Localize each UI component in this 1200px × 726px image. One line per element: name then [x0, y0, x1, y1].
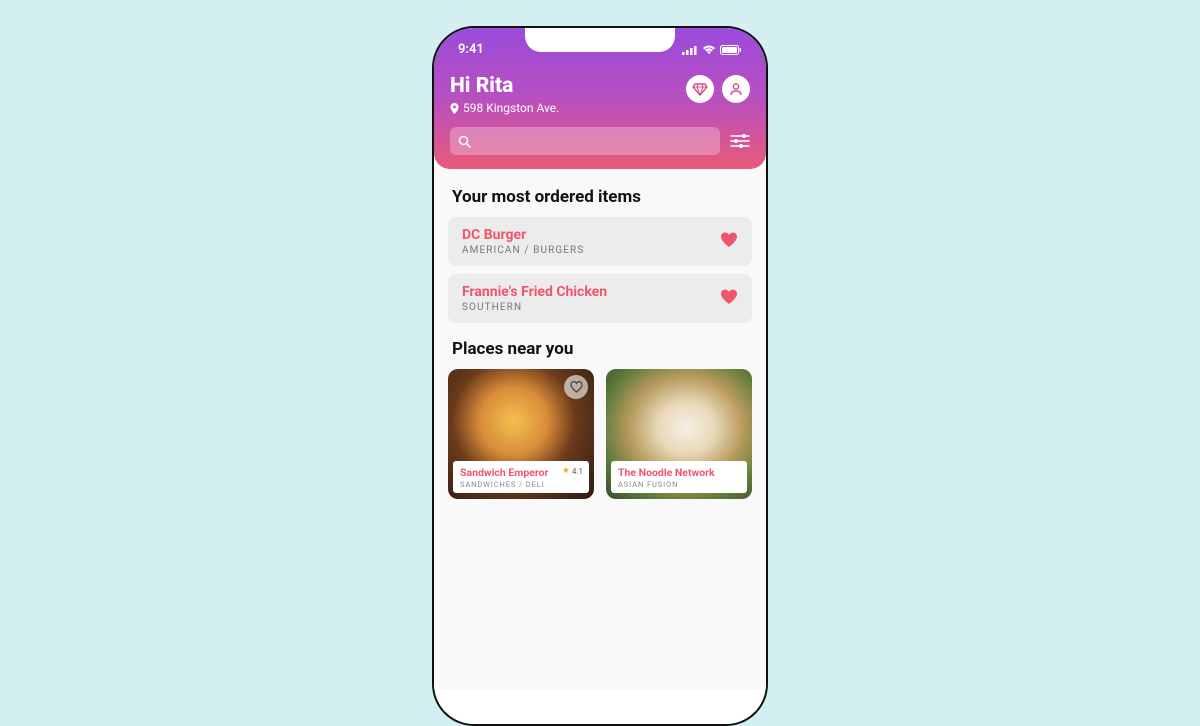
item-category: AMERICAN / BURGERS [462, 245, 584, 256]
item-category: SOUTHERN [462, 302, 607, 313]
heart-icon [720, 289, 738, 305]
location-pin-icon [450, 103, 459, 114]
diamond-icon [692, 81, 708, 97]
phone-notch [525, 28, 675, 52]
place-category: ASIAN FUSION [618, 480, 740, 489]
search-icon [458, 135, 471, 148]
place-card[interactable]: ★ 4.1 Sandwich Emperor SANDWICHES / DELI [448, 369, 594, 499]
place-favorite-button[interactable] [564, 375, 588, 399]
address-text: 598 Kingston Ave. [463, 101, 559, 115]
phone-frame: 9:41 Hi Rita 598 Kingston Ave. [432, 26, 768, 726]
address-row[interactable]: 598 Kingston Ave. [450, 101, 559, 115]
status-time: 9:41 [458, 42, 484, 57]
favorite-button[interactable] [720, 232, 738, 252]
favorite-button[interactable] [720, 289, 738, 309]
greeting-text: Hi Rita [450, 75, 559, 98]
heart-outline-icon [570, 381, 583, 393]
places-title: Places near you [448, 339, 752, 359]
main-content: Your most ordered items DC Burger AMERIC… [434, 169, 766, 690]
heart-icon [720, 232, 738, 248]
star-icon: ★ [562, 466, 570, 476]
greeting-block: Hi Rita 598 Kingston Ave. [450, 75, 559, 115]
person-icon [728, 81, 744, 97]
filter-button[interactable] [730, 133, 750, 149]
place-category: SANDWICHES / DELI [460, 480, 582, 489]
wifi-icon [702, 45, 716, 55]
rewards-button[interactable] [686, 75, 714, 103]
sliders-icon [730, 133, 750, 149]
signal-icon [682, 45, 698, 55]
most-ordered-item[interactable]: DC Burger AMERICAN / BURGERS [448, 217, 752, 266]
place-label: ★ 4.1 Sandwich Emperor SANDWICHES / DELI [453, 461, 589, 493]
rating-value: 4.1 [572, 467, 583, 476]
place-rating: ★ 4.1 [562, 466, 583, 476]
battery-icon [720, 45, 742, 55]
status-icons [682, 45, 742, 55]
profile-button[interactable] [722, 75, 750, 103]
most-ordered-item[interactable]: Frannie's Fried Chicken SOUTHERN [448, 274, 752, 323]
place-name: The Noodle Network [618, 466, 740, 479]
place-label: The Noodle Network ASIAN FUSION [611, 461, 747, 493]
item-name: DC Burger [462, 227, 584, 243]
place-card[interactable]: The Noodle Network ASIAN FUSION [606, 369, 752, 499]
most-ordered-title: Your most ordered items [448, 187, 752, 207]
search-input[interactable] [450, 127, 720, 155]
item-name: Frannie's Fried Chicken [462, 284, 607, 300]
